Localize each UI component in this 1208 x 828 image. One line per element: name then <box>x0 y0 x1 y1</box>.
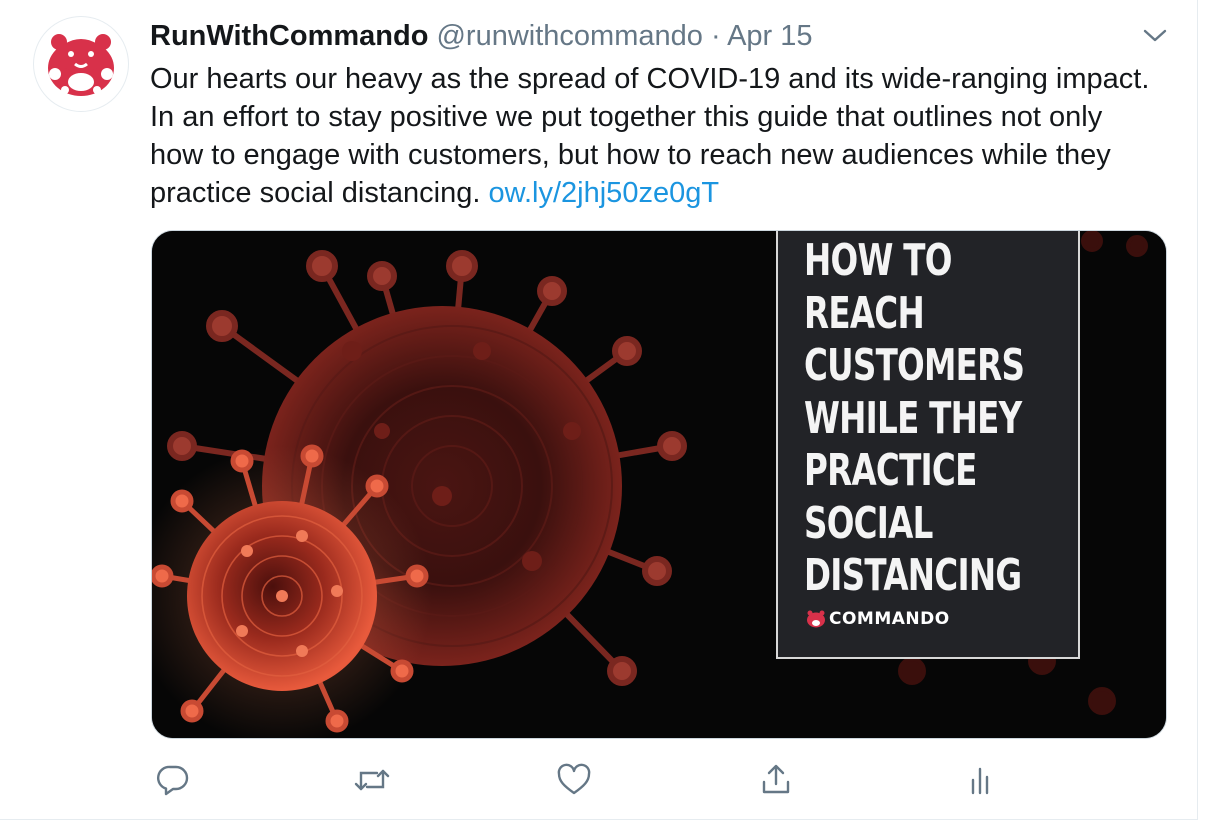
share-button[interactable] <box>753 757 799 803</box>
reply-icon <box>157 765 189 796</box>
retweet-button[interactable] <box>349 757 395 803</box>
cover-title-line: DISTANCING <box>804 550 1022 601</box>
cover-title-line: SOCIAL <box>804 497 933 549</box>
chevron-down-icon <box>1143 29 1167 42</box>
cover-title-line: PRACTICE <box>804 445 977 496</box>
like-icon <box>557 763 591 795</box>
like-button[interactable] <box>551 757 597 803</box>
share-icon <box>762 764 790 794</box>
retweet-icon <box>354 769 390 791</box>
cover-title: HOW TO REACH CUSTOMERS WHILE THEY PRACTI… <box>804 235 1025 603</box>
more-options-button[interactable] <box>1138 22 1172 50</box>
header-separator: · <box>710 20 721 52</box>
tweet-media-image[interactable]: HOW TO REACH CUSTOMERS WHILE THEY PRACTI… <box>151 230 1167 739</box>
cover-title-line: HOW TO <box>804 235 952 286</box>
guide-cover: HOW TO REACH CUSTOMERS WHILE THEY PRACTI… <box>776 231 1080 659</box>
tweet-card[interactable]: RunWithCommando @runwithcommando · Apr 1… <box>0 0 1198 820</box>
cover-brand-text: COMMANDO <box>829 609 950 629</box>
cover-title-line: WHILE THEY <box>804 392 1022 444</box>
tweet-header: RunWithCommando @runwithcommando · Apr 1… <box>150 18 1137 54</box>
author-avatar[interactable] <box>33 16 129 112</box>
analytics-icon <box>971 767 989 795</box>
cover-title-line: REACH <box>804 287 925 339</box>
reply-button[interactable] <box>150 757 196 803</box>
cover-brand: COMMANDO <box>806 609 950 629</box>
tweet-text: Our hearts our heavy as the spread of CO… <box>150 60 1160 212</box>
bear-logo-icon <box>48 34 114 96</box>
tweet-actions <box>150 757 1010 803</box>
author-handle[interactable]: @runwithcommando <box>436 20 702 52</box>
tweet-link[interactable]: ow.ly/2jhj50ze0gT <box>489 177 720 209</box>
analytics-button[interactable] <box>957 757 1003 803</box>
author-name[interactable]: RunWithCommando <box>150 20 428 52</box>
tweet-date[interactable]: Apr 15 <box>727 20 812 52</box>
cover-title-line: CUSTOMERS <box>804 340 1025 391</box>
brand-logo-icon <box>807 610 825 628</box>
